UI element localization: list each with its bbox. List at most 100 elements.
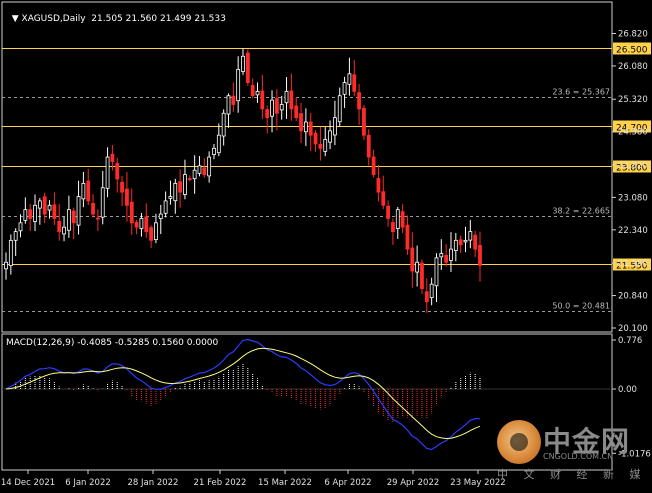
candle-body [8,239,13,267]
candle-body [37,200,42,209]
candle-body [226,95,231,115]
candle-body [391,222,395,232]
candle-body [366,134,371,158]
chart-dropdown-triangle-icon[interactable]: ▼ [12,14,22,24]
x-tick-label: 29 Apr 2022 [387,478,440,488]
candle-body [245,52,250,83]
y-tick-label: 21.580 [618,259,648,269]
ohlc-readout: 21.505 21.560 21.499 21.533 [91,14,226,24]
candle-body [231,95,236,105]
candle-body [308,121,313,136]
candle-body [468,231,473,241]
candle-body [120,181,124,193]
candle-body [42,196,47,215]
candle-body [129,201,134,224]
candle-body [357,92,361,110]
candle-body [236,69,241,102]
candle-body [362,107,366,136]
candle-body [187,178,192,181]
candle-body [260,90,265,110]
candle-body [71,210,76,224]
y-tick-label: 20.100 [618,324,648,334]
x-tick-label: 14 Dec 2021 [1,478,55,488]
candle-body [424,291,429,303]
candle-body [463,239,468,243]
y-tick-label: 22.340 [618,226,648,236]
candle-body [332,117,337,136]
candle-body [303,121,308,133]
candle-body [439,253,444,258]
fib-label: 50.0 = 20.481 [552,302,610,311]
candle-body [134,221,139,228]
x-tick-label: 21 Feb 2022 [194,478,247,488]
candle-body [284,90,289,104]
candle-body [115,163,120,180]
candle-body [420,262,424,289]
y-tick-label: 20.840 [618,292,648,302]
candle-body [473,234,478,250]
candle-body [183,174,187,195]
x-tick-label: 28 Jan 2022 [128,478,179,488]
y-tick-label: 26.080 [618,62,648,72]
candle-body [18,222,23,232]
candle-body [23,209,28,221]
cngold-watermark: 中金网 CNGOLD.COM.CN 中 文 财 经 新 媒 体 [497,420,652,481]
macd-header: MACD(12,26,9) -0.4085 -0.5285 0.1560 0.0… [6,338,219,348]
candle-body [13,231,18,241]
candle-body [395,209,400,229]
candle-body [212,147,216,155]
candle-body [149,227,154,241]
candle-body [173,182,178,202]
candle-body [371,156,376,176]
candle-body [33,204,37,222]
candle-body [337,95,342,123]
candle-body [255,90,260,96]
candle-body [105,156,110,189]
y-tick-label: 24.580 [618,128,648,138]
x-tick-label: 6 Jan 2022 [65,478,111,488]
candle-body [66,209,71,231]
candle-body [158,213,163,219]
candle-body [95,217,100,220]
candle-body [110,153,115,162]
candle-body [328,130,332,143]
candle-body [415,261,420,273]
cngold-logo-icon [497,420,541,464]
candle-body [352,74,357,92]
fib-label: 23.6 = 25.367 [552,88,610,97]
candle-body [62,226,66,235]
candle-body [400,211,405,228]
candle-body [347,73,352,85]
candle-body [241,55,245,72]
candle-body [178,181,183,193]
candle-body [279,104,284,111]
candle-body [168,196,173,199]
candle-body [163,200,168,214]
candle-body [410,247,415,272]
y-tick-label: 23.080 [618,193,648,203]
candle-body [221,112,226,137]
x-tick-label: 6 Apr 2022 [324,478,371,488]
candle-body [405,224,410,250]
candle-body [381,191,386,206]
candle-body [144,216,149,232]
y-tick-label: 25.320 [618,95,648,105]
macd-y-tick-label: 0.00 [618,385,637,395]
x-tick-label: 15 Mar 2022 [258,478,312,488]
candle-body [434,257,439,287]
candle-body [197,165,202,174]
candle-body [250,84,255,97]
candle-body [125,188,129,206]
candle-body [386,205,391,219]
candle-body [28,209,33,219]
chart-header[interactable]: ▼ XAGUSD,Daily 21.505 21.560 21.499 21.5… [6,4,226,24]
candle-body [444,255,449,263]
candle-body [299,113,303,132]
candle-body [91,202,95,215]
candle-body [76,196,81,226]
candle-body [453,239,458,251]
candle-body [216,134,221,154]
candle-body [4,261,8,270]
candle-body [429,283,434,299]
candle-body [154,222,158,241]
